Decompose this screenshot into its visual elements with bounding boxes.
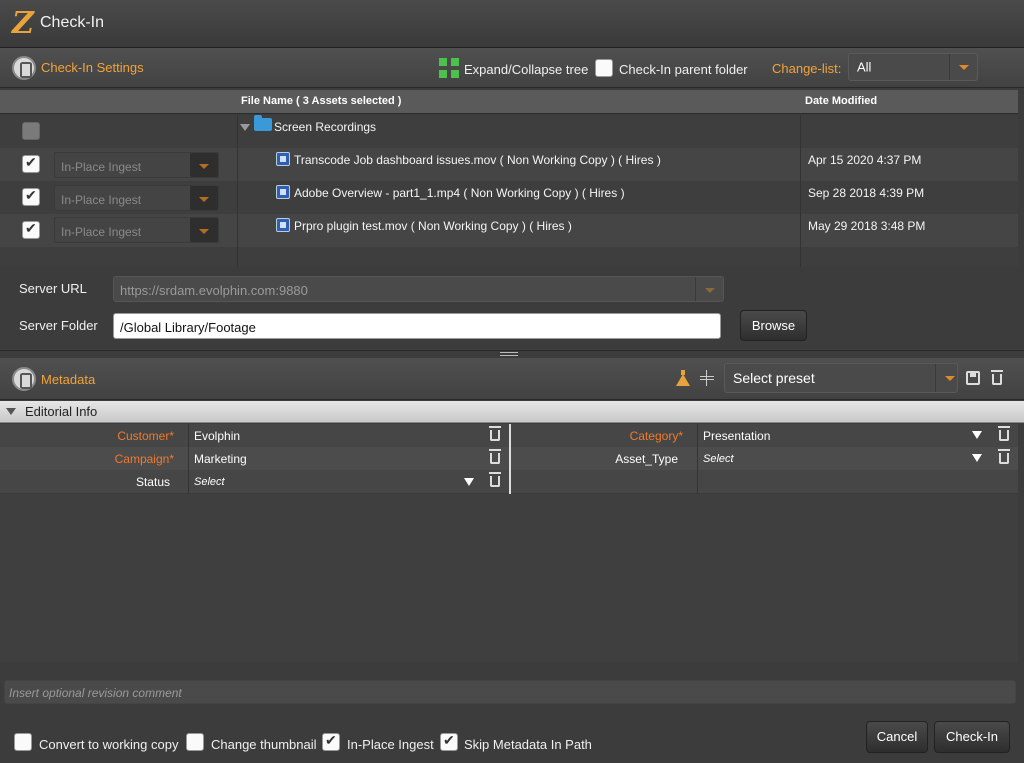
checkin-button[interactable]: Check-In: [934, 721, 1010, 753]
video-file-icon: [276, 152, 290, 166]
chevron-down-icon: [190, 186, 218, 210]
col-date-modified: Date Modified: [805, 95, 878, 107]
row-checkbox[interactable]: [22, 154, 40, 173]
checkin-settings-title: Check-In Settings: [41, 60, 144, 75]
convert-working-copy-label: Convert to working copy: [39, 737, 179, 752]
metadata-title: Metadata: [41, 372, 96, 387]
skip-metadata-checkbox[interactable]: [440, 732, 458, 751]
app-logo: Z: [12, 6, 34, 41]
file-date: May 29 2018 3:48 PM: [808, 219, 926, 233]
chevron-down-icon[interactable]: [972, 431, 982, 439]
preset-select[interactable]: Select preset: [724, 363, 958, 393]
chevron-down-icon: [935, 364, 957, 392]
file-date: Apr 15 2020 4:37 PM: [808, 153, 922, 167]
parent-folder-label: Check-In parent folder: [619, 62, 748, 77]
trash-icon[interactable]: [489, 449, 501, 464]
chevron-down-icon[interactable]: [972, 454, 982, 462]
asset-type-select[interactable]: Select: [703, 453, 734, 465]
save-icon[interactable]: [966, 371, 980, 385]
convert-working-copy-checkbox[interactable]: [14, 733, 32, 751]
chevron-down-icon: [190, 218, 218, 242]
folder-icon: [254, 115, 272, 131]
server-url-select[interactable]: https://srdam.evolphin.com:9880: [113, 276, 724, 302]
revision-comment-input[interactable]: Insert optional revision comment: [4, 680, 1016, 704]
flask-icon[interactable]: [676, 370, 690, 386]
file-name: Transcode Job dashboard issues.mov ( Non…: [294, 153, 661, 167]
server-folder-value: /Global Library/Footage: [120, 320, 256, 335]
status-label: Status: [135, 475, 170, 489]
chevron-down-icon: [695, 277, 723, 301]
file-name: Adobe Overview - part1_1.mp4 ( Non Worki…: [294, 186, 625, 200]
folder-checkbox[interactable]: [22, 122, 40, 140]
file-date: Sep 28 2018 4:39 PM: [808, 186, 925, 200]
skip-metadata-label: Skip Metadata In Path: [464, 737, 592, 752]
ingest-value: In-Place Ingest: [61, 160, 142, 174]
metadata-empty-area: [0, 494, 1018, 662]
folder-name: Screen Recordings: [274, 120, 377, 134]
server-folder-input[interactable]: /Global Library/Footage: [113, 313, 721, 339]
change-thumbnail-label: Change thumbnail: [211, 737, 317, 752]
campaign-value[interactable]: Marketing: [194, 452, 247, 466]
folder-row[interactable]: [0, 115, 1018, 148]
database-icon: [12, 56, 36, 80]
ingest-value: In-Place Ingest: [61, 193, 142, 207]
chevron-down-icon: [190, 153, 218, 177]
row-checkbox[interactable]: [22, 220, 40, 239]
editorial-info-header[interactable]: Editorial Info: [0, 401, 1024, 423]
server-url-value: https://srdam.evolphin.com:9880: [120, 283, 308, 298]
title-bar: Z Check-In: [0, 0, 1024, 48]
ingest-value: In-Place Ingest: [61, 225, 142, 239]
category-label: Category*: [629, 429, 683, 443]
collapse-arrow-icon: [6, 408, 16, 415]
col-filename: File Name ( 3 Assets selected ): [241, 95, 402, 107]
ingest-select[interactable]: In-Place Ingest: [54, 217, 219, 243]
in-place-ingest-checkbox[interactable]: [322, 732, 340, 751]
chevron-down-icon[interactable]: [464, 478, 474, 486]
expand-collapse-icon[interactable]: [439, 58, 459, 78]
file-name: Prpro plugin test.mov ( Non Working Copy…: [294, 219, 572, 233]
window-title: Check-In: [40, 14, 105, 31]
revision-comment-placeholder: Insert optional revision comment: [9, 686, 182, 700]
ingest-select[interactable]: In-Place Ingest: [54, 152, 219, 178]
status-select[interactable]: Select: [194, 476, 225, 488]
changelist-value: All: [857, 59, 872, 75]
video-file-icon: [276, 185, 290, 199]
parent-folder-checkbox[interactable]: [595, 59, 613, 77]
preset-value: Select preset: [733, 370, 815, 386]
file-table-header: File Name ( 3 Assets selected ) Date Mod…: [0, 90, 1018, 114]
chevron-down-icon: [949, 54, 977, 80]
table-empty-row: [0, 247, 1018, 267]
trash-icon[interactable]: [998, 426, 1010, 441]
changelist-select[interactable]: All: [848, 53, 978, 81]
expand-arrow-icon[interactable]: [240, 124, 250, 131]
customer-value[interactable]: Evolphin: [194, 429, 240, 443]
collapse-fields-icon[interactable]: [700, 370, 714, 386]
database-icon: [12, 367, 36, 391]
trash-icon[interactable]: [489, 426, 501, 441]
server-url-label: Server URL: [19, 281, 87, 296]
campaign-label: Campaign*: [114, 452, 174, 466]
column-divider[interactable]: [509, 424, 511, 494]
cancel-button[interactable]: Cancel: [866, 721, 928, 753]
trash-icon[interactable]: [998, 449, 1010, 464]
changelist-label: Change-list:: [772, 61, 842, 76]
asset-type-label: Asset_Type: [615, 452, 678, 466]
trash-icon[interactable]: [991, 370, 1003, 385]
editorial-info-title: Editorial Info: [25, 404, 98, 419]
customer-label: Customer*: [117, 429, 174, 443]
change-thumbnail-checkbox[interactable]: [186, 733, 204, 751]
expand-collapse-label[interactable]: Expand/Collapse tree: [464, 62, 588, 77]
trash-icon[interactable]: [489, 472, 501, 487]
row-checkbox[interactable]: [22, 187, 40, 206]
server-folder-label: Server Folder: [19, 318, 98, 333]
category-value[interactable]: Presentation: [703, 429, 770, 443]
splitter[interactable]: [0, 350, 1024, 357]
browse-button[interactable]: Browse: [740, 310, 807, 341]
video-file-icon: [276, 218, 290, 232]
in-place-ingest-label: In-Place Ingest: [347, 737, 434, 752]
ingest-select[interactable]: In-Place Ingest: [54, 185, 219, 211]
